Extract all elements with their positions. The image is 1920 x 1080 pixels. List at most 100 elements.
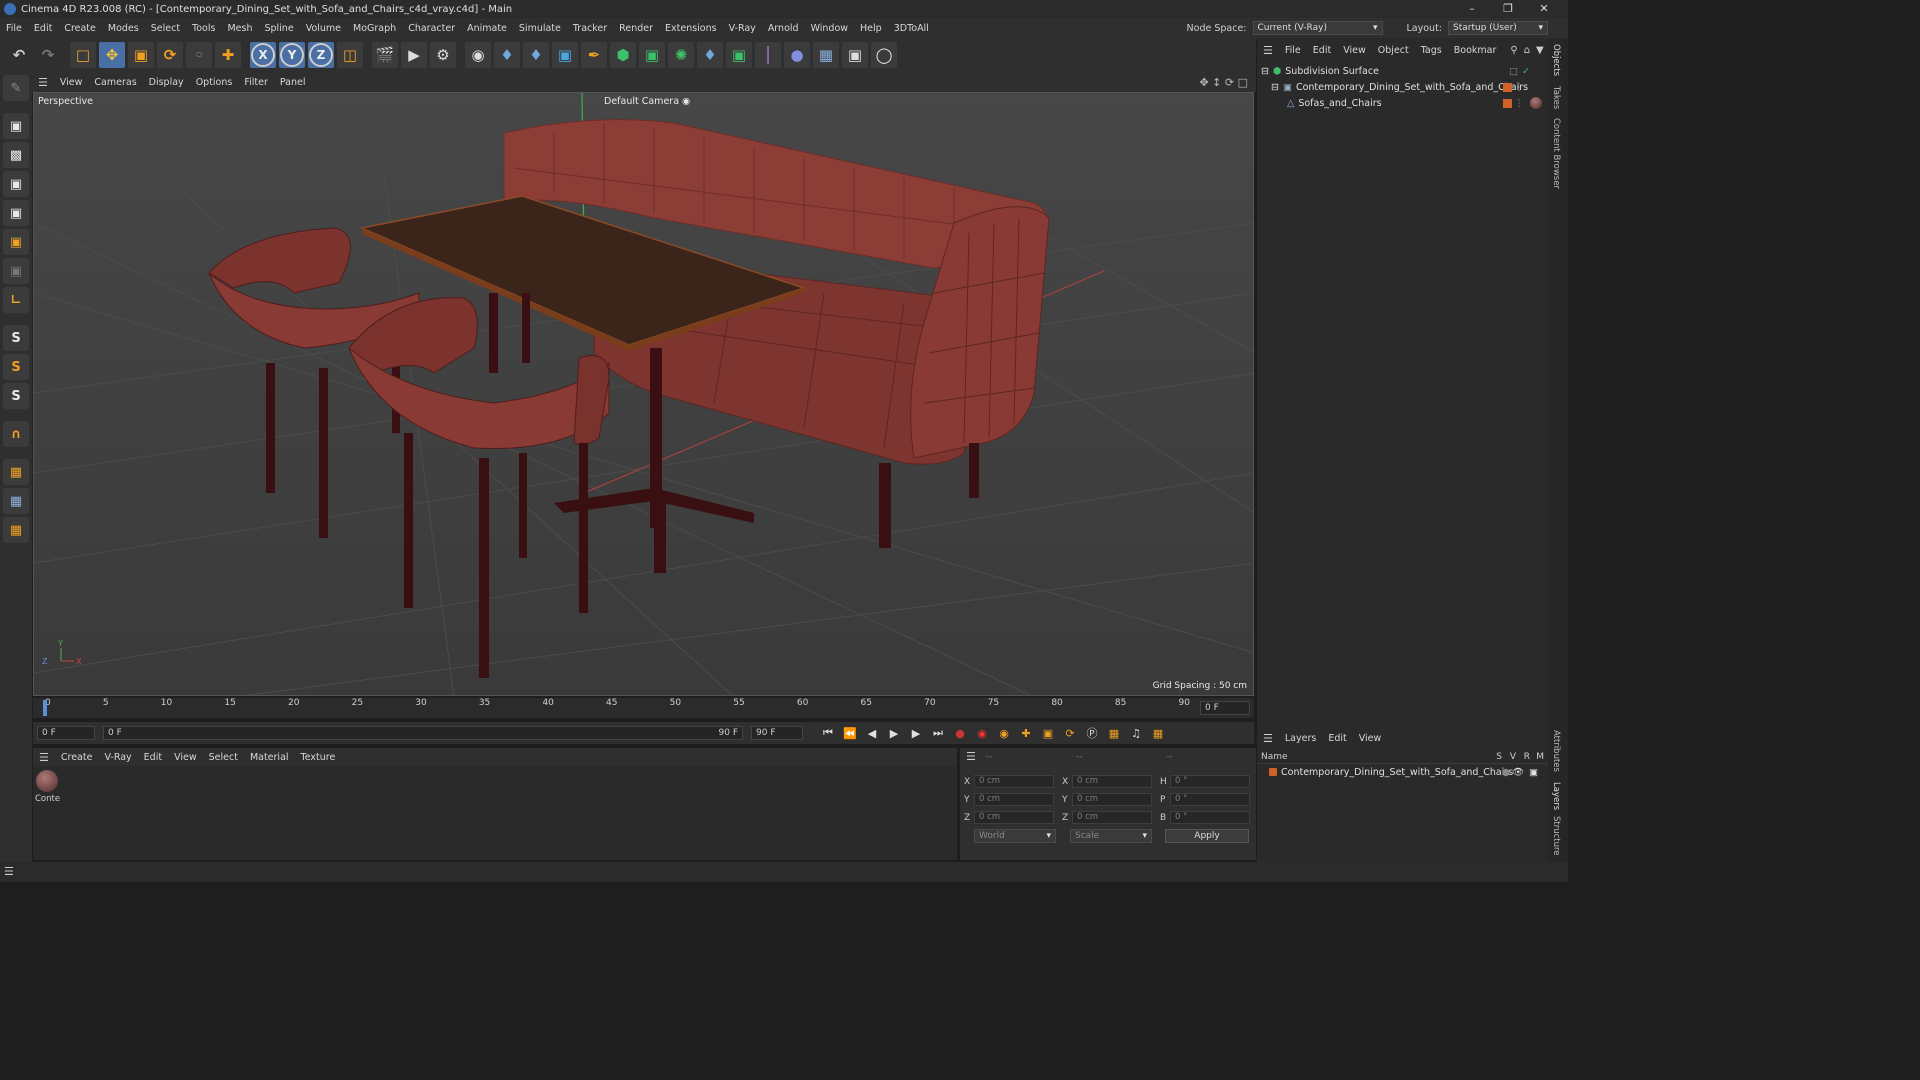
render-region-icon[interactable]: 🎬 <box>372 42 398 68</box>
om-menu-edit[interactable]: Edit <box>1307 45 1337 56</box>
tab-structure[interactable]: Structure <box>1551 816 1561 856</box>
coord-mode-select[interactable]: Scale ▾ <box>1070 829 1152 843</box>
position-y-field[interactable]: 0 cm <box>974 793 1054 806</box>
floor-icon[interactable]: ▦ <box>813 42 839 68</box>
material-menu-material[interactable]: Material <box>244 752 295 763</box>
menu-volume[interactable]: Volume <box>300 23 347 34</box>
om-menu-bookmarks[interactable]: Bookmar <box>1448 45 1503 56</box>
menu-help[interactable]: Help <box>854 23 888 34</box>
search-icon[interactable]: ⚲ <box>1510 45 1517 56</box>
prev-frame-icon[interactable]: ◀ <box>863 724 881 742</box>
snap-settings-icon[interactable]: S <box>3 354 29 380</box>
position-x-field[interactable]: 0 cm <box>974 775 1054 788</box>
point-mode-icon[interactable]: ▣ <box>3 171 29 197</box>
prev-key-icon[interactable]: ⏪ <box>841 724 859 742</box>
expand-icon[interactable]: ⊟ <box>1271 82 1279 93</box>
menu-animate[interactable]: Animate <box>461 23 513 34</box>
mograph-cloner-icon[interactable]: ✺ <box>668 42 694 68</box>
axis-mode-icon[interactable]: ∟ <box>3 287 29 313</box>
layer-color-swatch[interactable] <box>1269 768 1277 776</box>
python-icon-2[interactable]: ♦ <box>523 42 549 68</box>
menu-create[interactable]: Create <box>58 23 102 34</box>
key-rotate-icon[interactable]: ⟳ <box>1061 724 1079 742</box>
field-icon[interactable]: ● <box>784 42 810 68</box>
visibility-dots[interactable]: ⋮ <box>1515 98 1525 109</box>
key-pla-icon[interactable]: ▦ <box>1105 724 1123 742</box>
viewport-menu-display[interactable]: Display <box>143 77 190 88</box>
layer-solo-icon[interactable]: ● <box>1502 767 1510 778</box>
apply-button[interactable]: Apply <box>1165 829 1249 843</box>
menu-window[interactable]: Window <box>805 23 854 34</box>
light-icon[interactable]: ◯ <box>871 42 897 68</box>
viewport-menu-view[interactable]: View <box>54 77 89 88</box>
model-mode-icon[interactable]: ✎ <box>3 75 29 101</box>
key-param-icon[interactable]: Ⓟ <box>1083 724 1101 742</box>
status-menu-icon[interactable]: ☰ <box>4 865 14 878</box>
scale-icon[interactable]: ▣ <box>128 42 154 68</box>
texture-mode-icon[interactable]: ▩ <box>3 142 29 168</box>
close-button[interactable]: ✕ <box>1526 0 1562 18</box>
goto-end-icon[interactable]: ⏭ <box>929 724 947 742</box>
menu-arnold[interactable]: Arnold <box>762 23 805 34</box>
layer-visible-icon[interactable]: 👁 <box>1512 767 1524 778</box>
viewport-menu-options[interactable]: Options <box>190 77 239 88</box>
camera-icon[interactable]: ▣ <box>842 42 868 68</box>
uv-mode-icon[interactable]: ▣ <box>3 258 29 284</box>
material-menu-select[interactable]: Select <box>203 752 244 763</box>
material-menu-vray[interactable]: V-Ray <box>98 752 137 763</box>
menu-file[interactable]: File <box>0 23 28 34</box>
material-menu-texture[interactable]: Texture <box>295 752 342 763</box>
layer-color-swatch[interactable] <box>1503 98 1512 108</box>
viewport-menu-filter[interactable]: Filter <box>238 77 274 88</box>
camera-label[interactable]: Default Camera ◉ <box>604 96 690 107</box>
x-axis-lock-button[interactable]: X <box>250 42 276 68</box>
om-menu-object[interactable]: Object <box>1372 45 1415 56</box>
coordinate-system-icon[interactable]: ◫ <box>337 42 363 68</box>
menu-extensions[interactable]: Extensions <box>659 23 723 34</box>
visibility-dots[interactable]: ⋮ <box>1515 82 1525 93</box>
menu-mograph[interactable]: MoGraph <box>347 23 402 34</box>
z-axis-lock-button[interactable]: Z <box>308 42 334 68</box>
menu-character[interactable]: Character <box>402 23 461 34</box>
frame-range-slider[interactable]: 0 F 90 F <box>103 726 743 740</box>
grid-icon[interactable]: ▦ <box>3 488 29 514</box>
filter-icon[interactable]: ▼ <box>1536 45 1544 56</box>
menu-edit[interactable]: Edit <box>28 23 58 34</box>
render-view-icon[interactable]: ▶ <box>401 42 427 68</box>
viewport-perspective[interactable]: Y X Z Perspective Default Camera ◉ Grid … <box>33 92 1254 696</box>
object-row-sofas-chairs[interactable]: △ Sofas_and_Chairs ⋮ <box>1287 95 1544 111</box>
menu-tracker[interactable]: Tracker <box>567 23 613 34</box>
record-icon[interactable]: ● <box>951 724 969 742</box>
timeline-end-field[interactable]: 0 F <box>1200 701 1250 715</box>
rotation-p-field[interactable]: 0 ° <box>1170 793 1250 806</box>
om-menu-view[interactable]: View <box>1337 45 1372 56</box>
om-menu-tags[interactable]: Tags <box>1415 45 1448 56</box>
minimize-button[interactable]: – <box>1454 0 1490 18</box>
magnet-icon[interactable]: ∩ <box>3 421 29 447</box>
maximize-button[interactable]: ❐ <box>1490 0 1526 18</box>
object-row-subdivision[interactable]: ⊟ ⬢ Subdivision Surface □ ✓ <box>1261 63 1544 79</box>
rotation-h-field[interactable]: 0 ° <box>1170 775 1250 788</box>
sound-icon[interactable]: ♫ <box>1127 724 1145 742</box>
viewport-menu-cameras[interactable]: Cameras <box>88 77 142 88</box>
tab-layers[interactable]: Layers <box>1551 782 1561 810</box>
visibility-toggle[interactable]: □ <box>1509 66 1518 77</box>
python-icon-1[interactable]: ♦ <box>494 42 520 68</box>
grid-lock-icon[interactable]: ▦ <box>3 517 29 543</box>
rotation-b-field[interactable]: 0 ° <box>1170 811 1250 824</box>
object-mode-icon[interactable]: ▣ <box>3 113 29 139</box>
snap-icon[interactable]: S <box>3 325 29 351</box>
pen-icon[interactable]: ✒ <box>581 42 607 68</box>
layer-row[interactable]: Contemporary_Dining_Set_with_Sofa_and_Ch… <box>1269 764 1548 780</box>
om-menu-file[interactable]: File <box>1279 45 1307 56</box>
menu-mesh[interactable]: Mesh <box>221 23 258 34</box>
menu-render[interactable]: Render <box>613 23 659 34</box>
viewport-menu-panel[interactable]: Panel <box>274 77 312 88</box>
keyframe-icon[interactable]: ◉ <box>995 724 1013 742</box>
key-move-icon[interactable]: ✚ <box>1017 724 1035 742</box>
workplane-icon[interactable]: ▦ <box>3 459 29 485</box>
size-x-field[interactable]: 0 cm <box>1072 775 1152 788</box>
end-frame-field[interactable]: 90 F <box>751 726 803 740</box>
quantize-icon[interactable]: S <box>3 383 29 409</box>
layers-menu-layers[interactable]: Layers <box>1279 733 1322 744</box>
